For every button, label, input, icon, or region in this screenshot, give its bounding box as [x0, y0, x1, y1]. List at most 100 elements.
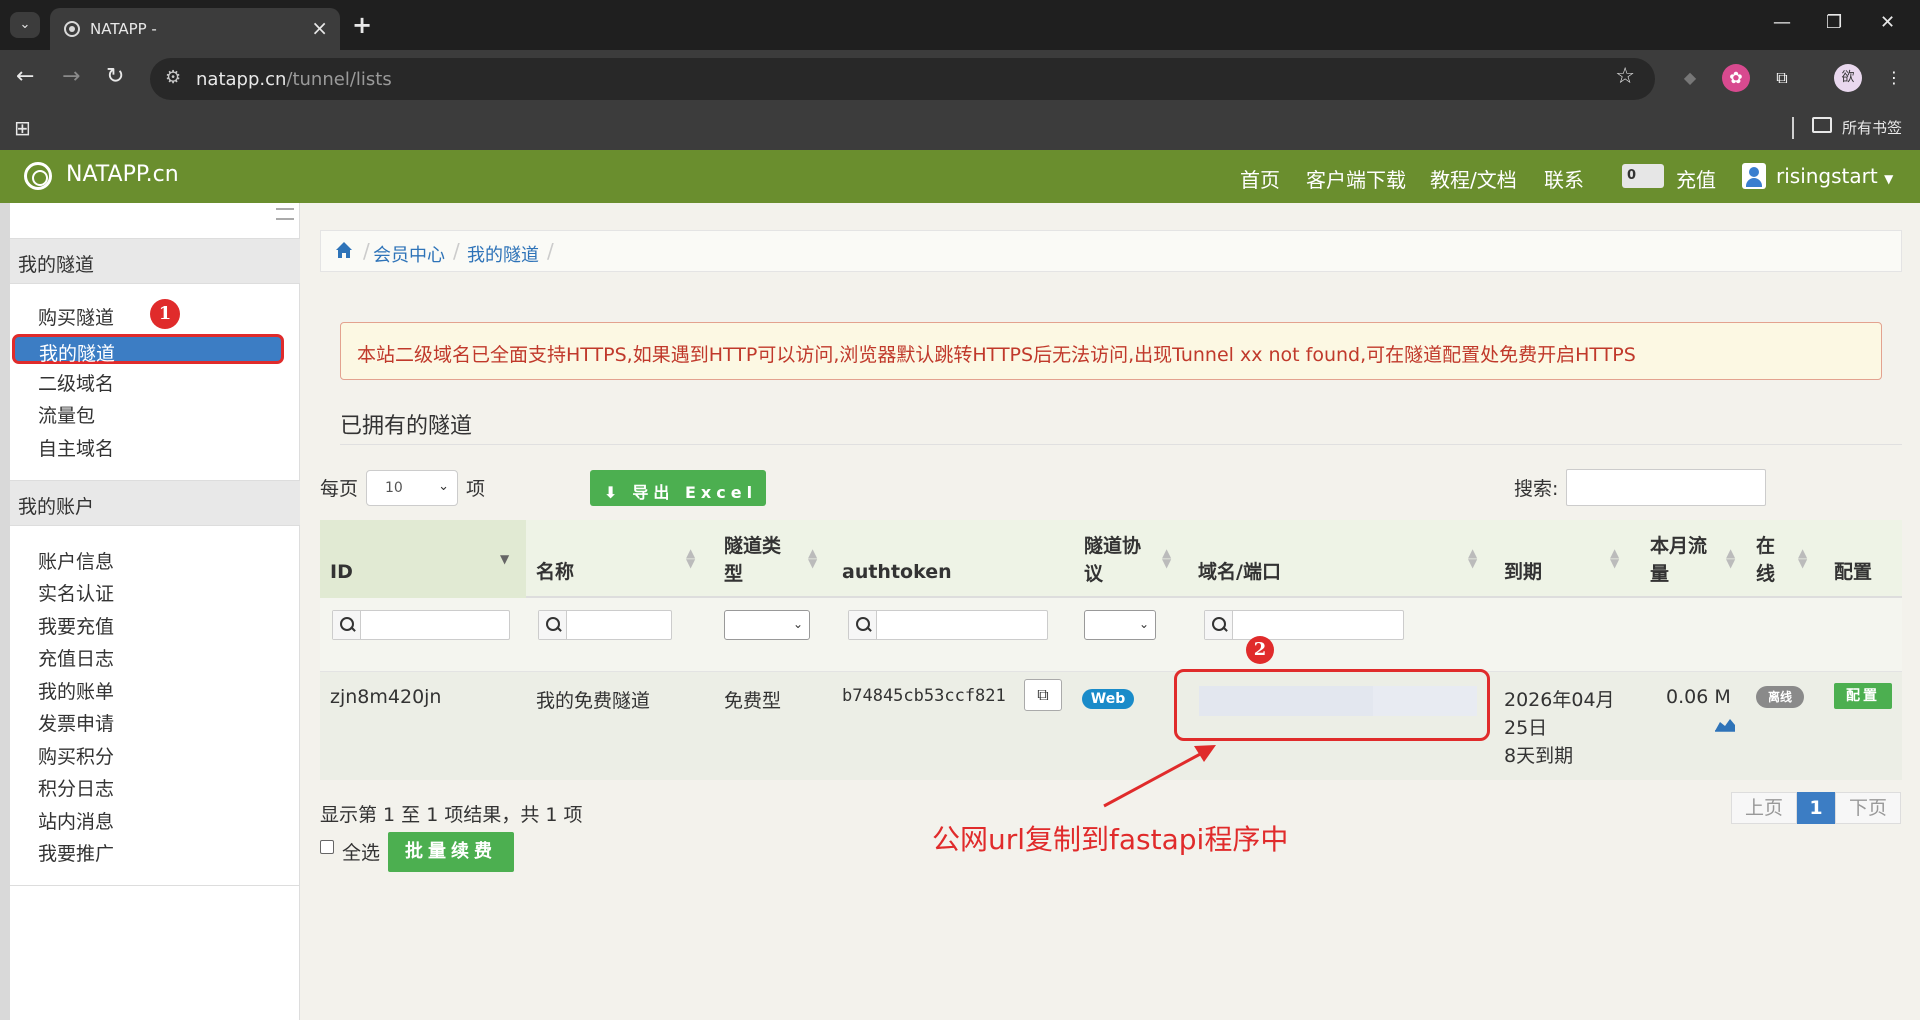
- page-1-button[interactable]: 1: [1797, 792, 1835, 824]
- filter-authtoken-input[interactable]: [848, 610, 1048, 640]
- sidebar-item-verification[interactable]: 实名认证: [38, 579, 114, 606]
- sort-icon[interactable]: ▲ ▼: [1162, 547, 1171, 569]
- protocol-badge: Web: [1082, 689, 1134, 709]
- column-header-type[interactable]: 隧道类型: [724, 532, 781, 588]
- sort-icon[interactable]: ▲ ▼: [1610, 547, 1619, 569]
- search-input[interactable]: [1566, 469, 1766, 506]
- sidebar-item-messages[interactable]: 站内消息: [38, 807, 114, 834]
- copy-authtoken-button[interactable]: ⧉: [1024, 679, 1062, 711]
- column-header-protocol-l1: 隧道协: [1084, 535, 1142, 557]
- sidebar: 我的隧道 购买隧道 我的隧道 1 二级域名 流量包 自主域名 我的账户 账户信息…: [0, 203, 300, 1020]
- annotation-badge-1: 1: [150, 299, 180, 329]
- sort-icon[interactable]: ▲ ▼: [1468, 547, 1477, 569]
- sidebar-collapse-icon[interactable]: [276, 208, 294, 220]
- new-tab-icon[interactable]: +: [352, 11, 372, 39]
- reload-icon[interactable]: ↻: [106, 64, 124, 89]
- browser-menu-icon[interactable]: ⋮: [1880, 64, 1908, 92]
- sort-icon[interactable]: ▲ ▼: [1726, 547, 1735, 569]
- sidebar-item-traffic-pack[interactable]: 流量包: [38, 401, 95, 428]
- minimize-icon[interactable]: —: [1773, 12, 1791, 33]
- per-page-value: 10: [385, 480, 403, 496]
- filter-name-input[interactable]: [538, 610, 672, 640]
- column-header-config: 配置: [1834, 561, 1873, 583]
- sidebar-item-my-tunnels[interactable]: 我的隧道: [12, 334, 284, 365]
- window-close-icon[interactable]: ✕: [1880, 12, 1895, 33]
- nav-recharge[interactable]: 充值: [1676, 164, 1716, 193]
- sort-icon[interactable]: ▲ ▼: [1798, 547, 1807, 569]
- sidebar-item-points-log[interactable]: 积分日志: [38, 774, 114, 801]
- extension-shield-icon[interactable]: ◆: [1676, 64, 1704, 92]
- tab-favicon-icon: [64, 21, 80, 37]
- tab-search-button[interactable]: ⌄: [10, 12, 40, 38]
- nav-contact[interactable]: 联系: [1544, 164, 1584, 193]
- select-all-checkbox[interactable]: [320, 840, 334, 854]
- url-path: /tunnel/lists: [286, 69, 392, 90]
- caret-down-icon: ▼: [1884, 172, 1894, 186]
- expire-days: 8天到期: [1504, 745, 1574, 767]
- config-button[interactable]: 配置: [1834, 683, 1892, 709]
- search-icon: [333, 611, 361, 639]
- next-page-button[interactable]: 下页: [1835, 792, 1901, 824]
- pagination-info: 显示第 1 至 1 项结果，共 1 项: [320, 804, 583, 826]
- home-icon[interactable]: [335, 241, 353, 259]
- cell-traffic: 0.06 M: [1666, 686, 1731, 708]
- breadcrumb-my-tunnels[interactable]: 我的隧道: [467, 241, 539, 267]
- back-icon[interactable]: ←: [16, 64, 34, 89]
- site-info-icon[interactable]: ⚙: [165, 67, 181, 88]
- sidebar-item-invoice[interactable]: 发票申请: [38, 709, 114, 736]
- per-page-select[interactable]: 10 ⌄: [366, 470, 458, 506]
- sidebar-item-buy-points[interactable]: 购买积分: [38, 742, 114, 769]
- url-text[interactable]: natapp.cn/tunnel/lists: [196, 69, 392, 90]
- sort-icon[interactable]: ▲ ▼: [808, 547, 817, 569]
- filter-domain-input[interactable]: [1204, 610, 1404, 640]
- filter-protocol-select[interactable]: ⌄: [1084, 610, 1156, 640]
- https-alert: 本站二级域名已全面支持HTTPS,如果遇到HTTP可以访问,浏览器默认跳转HTT…: [340, 322, 1882, 380]
- bookmark-star-icon[interactable]: ☆: [1615, 64, 1635, 89]
- column-header-authtoken[interactable]: authtoken: [842, 558, 952, 586]
- sidebar-item-subdomain[interactable]: 二级域名: [38, 369, 114, 396]
- sidebar-item-bills[interactable]: 我的账单: [38, 677, 114, 704]
- annotation-note: 公网url复制到fastapi程序中: [932, 823, 1289, 856]
- column-header-traffic[interactable]: 本月流量: [1650, 532, 1707, 588]
- column-header-name[interactable]: 名称: [536, 558, 574, 586]
- nav-download[interactable]: 客户端下载: [1306, 164, 1406, 193]
- sidebar-item-account-info[interactable]: 账户信息: [38, 547, 114, 574]
- address-bar[interactable]: ⚙ natapp.cn/tunnel/lists ☆: [150, 58, 1655, 100]
- sort-desc-icon[interactable]: ▼: [500, 553, 509, 565]
- profile-avatar[interactable]: 欲: [1834, 64, 1862, 92]
- batch-renew-button[interactable]: 批量续费: [388, 832, 514, 872]
- sidebar-item-referral[interactable]: 我要推广: [38, 839, 114, 866]
- column-header-online[interactable]: 在线: [1756, 532, 1775, 588]
- restore-icon[interactable]: ❐: [1826, 12, 1842, 33]
- column-header-protocol[interactable]: 隧道协议: [1084, 532, 1141, 588]
- filter-type-select[interactable]: ⌄: [724, 610, 810, 640]
- sidebar-item-custom-domain[interactable]: 自主域名: [38, 434, 114, 461]
- tab-close-icon[interactable]: ×: [311, 16, 328, 40]
- nav-home[interactable]: 首页: [1240, 164, 1280, 193]
- column-header-id[interactable]: ID: [330, 558, 353, 586]
- filter-id-input[interactable]: [332, 610, 510, 640]
- nav-docs[interactable]: 教程/文档: [1430, 164, 1517, 193]
- column-header-expire[interactable]: 到期: [1504, 558, 1542, 586]
- extension-pink-icon[interactable]: ✿: [1722, 64, 1750, 92]
- search-label: 搜索:: [1514, 478, 1559, 500]
- site-logo[interactable]: NATAPP.cn: [66, 162, 179, 187]
- sidebar-item-buy-tunnel[interactable]: 购买隧道: [38, 303, 114, 330]
- sidebar-item-recharge[interactable]: 我要充值: [38, 612, 114, 639]
- apps-grid-icon[interactable]: ⊞: [14, 116, 31, 140]
- sort-icon[interactable]: ▲ ▼: [686, 547, 695, 569]
- natapp-logo-icon[interactable]: [24, 162, 52, 190]
- browser-tab[interactable]: NATAPP - ×: [50, 8, 340, 50]
- breadcrumb-member-center[interactable]: 会员中心: [373, 241, 445, 267]
- column-header-domain[interactable]: 域名/端口: [1198, 558, 1281, 586]
- all-bookmarks-link[interactable]: 所有书签: [1842, 117, 1902, 138]
- forward-icon[interactable]: →: [62, 64, 80, 89]
- prev-page-button[interactable]: 上页: [1731, 792, 1797, 824]
- area-chart-icon[interactable]: [1714, 716, 1736, 732]
- table-header: ID ▼ 名称 ▲ ▼ 隧道类型 ▲ ▼ authtoken 隧道协议 ▲ ▼ 域名/…: [320, 520, 1902, 598]
- extensions-puzzle-icon[interactable]: ⧉: [1768, 64, 1796, 92]
- filter-row: ⌄ ⌄ 2: [320, 598, 1902, 672]
- sidebar-item-recharge-log[interactable]: 充值日志: [38, 644, 114, 671]
- user-menu[interactable]: risingstart ▼: [1776, 164, 1893, 188]
- export-excel-button[interactable]: ⬇ 导出 Excel: [590, 470, 766, 506]
